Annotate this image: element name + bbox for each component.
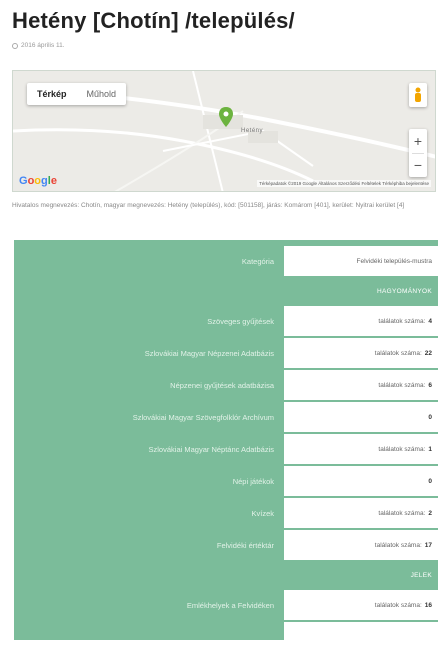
map-tab-terkep[interactable]: Térkép	[27, 83, 77, 105]
map-town-label: Hetény	[241, 128, 264, 134]
map-widget[interactable]: Térkép Műhold Hetény + − Google Térképad…	[12, 70, 436, 192]
table-row[interactable]: Szlovákiai Magyar Népzenei Adatbázis tal…	[14, 338, 438, 368]
row-label[interactable]: Szlovákiai Magyar Népzenei Adatbázis	[14, 338, 282, 368]
table-row[interactable]: Szlovákiai Magyar Szövegfolklór Archívum…	[14, 402, 438, 432]
clock-icon	[12, 42, 18, 49]
table-row[interactable]: Emlékhelyek a Felvidéken találatok száma…	[14, 590, 438, 620]
section-header-jelek: JELEK	[284, 564, 438, 586]
row-label[interactable]: Emlékhelyek a Felvidéken	[14, 590, 282, 620]
row-value	[284, 622, 438, 652]
table-row[interactable]: Kvízek találatok száma: 2	[14, 498, 438, 528]
row-value[interactable]: Felvidéki település-mustra	[284, 246, 438, 276]
row-value[interactable]: találatok száma: 16	[284, 590, 438, 620]
row-value[interactable]: találatok száma: 17	[284, 530, 438, 560]
map-attribution[interactable]: Térképadatok ©2019 Google Általános Szer…	[257, 180, 431, 187]
row-value[interactable]: találatok száma: 22	[284, 338, 438, 368]
zoom-out-button[interactable]: −	[409, 154, 427, 178]
row-value[interactable]: találatok száma: 4	[284, 306, 438, 336]
table-row[interactable]: Felvidéki értéktár találatok száma: 17	[14, 530, 438, 560]
table-row[interactable]: Népzenei gyűjtések adatbázisa találatok …	[14, 370, 438, 400]
row-label[interactable]: Szlovákiai Magyar Néptánc Adatbázis	[14, 434, 282, 464]
row-label[interactable]: Kvízek	[14, 498, 282, 528]
row-label[interactable]: Szöveges gyűjtések	[14, 306, 282, 336]
google-logo[interactable]: Google	[19, 175, 57, 187]
zoom-control[interactable]: + −	[409, 129, 427, 177]
page-title: Hetény [Chotín] /település/	[12, 8, 295, 33]
row-label	[14, 622, 282, 652]
section-header-hagyomanyok: HAGYOMÁNYOK	[284, 280, 438, 302]
row-value: 0	[284, 402, 438, 432]
row-value[interactable]: találatok száma: 2	[284, 498, 438, 528]
table-row-category: Kategória Felvidéki település-mustra	[14, 246, 438, 276]
pegman-icon	[415, 87, 421, 102]
map-type-control[interactable]: Térkép Műhold	[27, 83, 127, 105]
row-label[interactable]: Népzenei gyűjtések adatbázisa	[14, 370, 282, 400]
row-label[interactable]: Szlovákiai Magyar Szövegfolklór Archívum	[14, 402, 282, 432]
row-label: Kategória	[241, 256, 274, 266]
row-value[interactable]: találatok száma: 6	[284, 370, 438, 400]
zoom-in-button[interactable]: +	[409, 129, 427, 153]
pegman-button[interactable]	[409, 83, 427, 107]
map-tab-muhold[interactable]: Műhold	[77, 83, 127, 105]
settlement-description: Hivatalos megnevezés: Chotín, magyar meg…	[12, 202, 405, 209]
table-row[interactable]: Szlovákiai Magyar Néptánc Adatbázis talá…	[14, 434, 438, 464]
table-row[interactable]: Szöveges gyűjtések találatok száma: 4	[14, 306, 438, 336]
map-pin-icon[interactable]	[219, 107, 233, 127]
category-value: Felvidéki település-mustra	[356, 257, 432, 265]
row-value: 0	[284, 466, 438, 496]
settlement-table: Kategória Felvidéki település-mustra HAG…	[14, 240, 438, 652]
table-row-partial	[14, 622, 438, 652]
row-label[interactable]: Népi játékok	[14, 466, 282, 496]
post-date-text: 2016 április 11.	[21, 42, 65, 49]
table-row[interactable]: Népi játékok 0	[14, 466, 438, 496]
post-date: 2016 április 11.	[12, 42, 65, 49]
row-label[interactable]: Felvidéki értéktár	[14, 530, 282, 560]
row-value[interactable]: találatok száma: 1	[284, 434, 438, 464]
